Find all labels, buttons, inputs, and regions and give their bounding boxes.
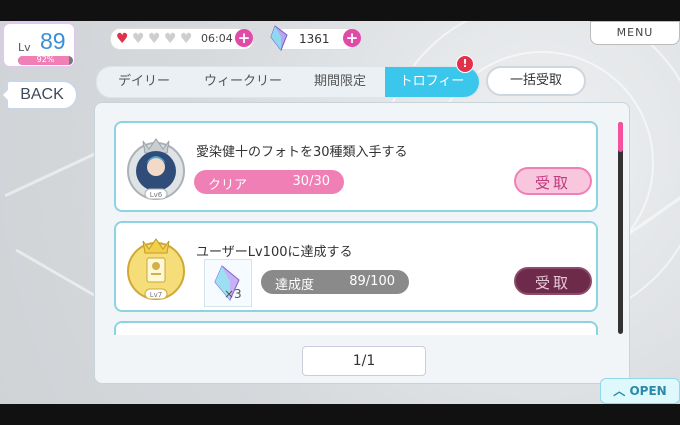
menu-button[interactable]: MENU (590, 21, 680, 45)
reward-quantity: ×3 (224, 287, 242, 301)
pagination: 1/1 (302, 346, 426, 376)
silver-medal-icon: Lv6 (127, 138, 185, 200)
heart-empty-icon: ♥ (180, 31, 193, 47)
receive-button[interactable]: 受取 (514, 267, 592, 295)
mission-title: ユーザーLv100に達成する (196, 245, 353, 260)
crystal-icon (270, 25, 288, 51)
exp-bar: 92% (18, 56, 73, 65)
mission-card (114, 321, 598, 335)
tab-limited[interactable]: 期間限定 (295, 67, 385, 97)
stamina-panel: ♥ ♥ ♥ ♥ ♥ 06:04 (110, 28, 254, 50)
heart-empty-icon: ♥ (164, 31, 177, 47)
bg-line (15, 248, 95, 297)
stamina-timer: 06:04 (201, 32, 233, 45)
heart-empty-icon: ♥ (132, 31, 145, 47)
mission-card: Lv7 ユーザーLv100に達成する ×3 達成度 89/100 受取 (114, 221, 598, 312)
add-stamina-button[interactable]: + (235, 29, 253, 47)
back-button[interactable]: BACK (3, 80, 78, 110)
bulk-receive-button[interactable]: 一括受取 (486, 66, 586, 96)
chevron-up-icon: ︿ (613, 384, 626, 398)
heart-filled-icon: ♥ (116, 31, 129, 47)
progress-label: クリア (208, 178, 248, 193)
mission-tabs: デイリー ウィークリー 期間限定 トロフィー (96, 66, 480, 98)
level-box: Lv 89 92% (2, 22, 76, 68)
exp-percent: 92% (36, 56, 55, 64)
gem-count: 1361 (299, 32, 330, 46)
progress-value: 30/30 (292, 174, 330, 189)
mission-card: Lv6 愛染健十のフォトを30種類入手する クリア 30/30 受取 (114, 121, 598, 212)
tab-daily[interactable]: デイリー (97, 67, 191, 97)
scrollbar-thumb[interactable] (618, 122, 623, 152)
add-gems-button[interactable]: + (343, 29, 361, 47)
progress-label: 達成度 (275, 278, 315, 293)
progress-value: 89/100 (349, 274, 395, 289)
medal-level: Lv6 (150, 191, 163, 199)
scrollbar[interactable] (618, 122, 623, 334)
medal-level: Lv7 (150, 291, 163, 299)
mission-title: 愛染健十のフォトを30種類入手する (196, 145, 408, 160)
open-button[interactable]: ︿ OPEN (600, 378, 680, 404)
bg-line (4, 147, 106, 198)
mission-progress: クリア 30/30 (194, 170, 344, 194)
bottom-letterbox (0, 404, 680, 425)
top-letterbox (0, 0, 680, 21)
receive-button[interactable]: 受取 (514, 167, 592, 195)
mission-progress: 達成度 89/100 (261, 270, 409, 294)
tab-weekly[interactable]: ウィークリー (191, 67, 295, 97)
level-value: 89 (40, 28, 66, 54)
gold-medal-icon: Lv7 (127, 238, 185, 300)
open-label: OPEN (629, 384, 667, 398)
heart-empty-icon: ♥ (148, 31, 161, 47)
level-label: Lv (18, 41, 31, 54)
notification-badge: ! (456, 55, 474, 73)
